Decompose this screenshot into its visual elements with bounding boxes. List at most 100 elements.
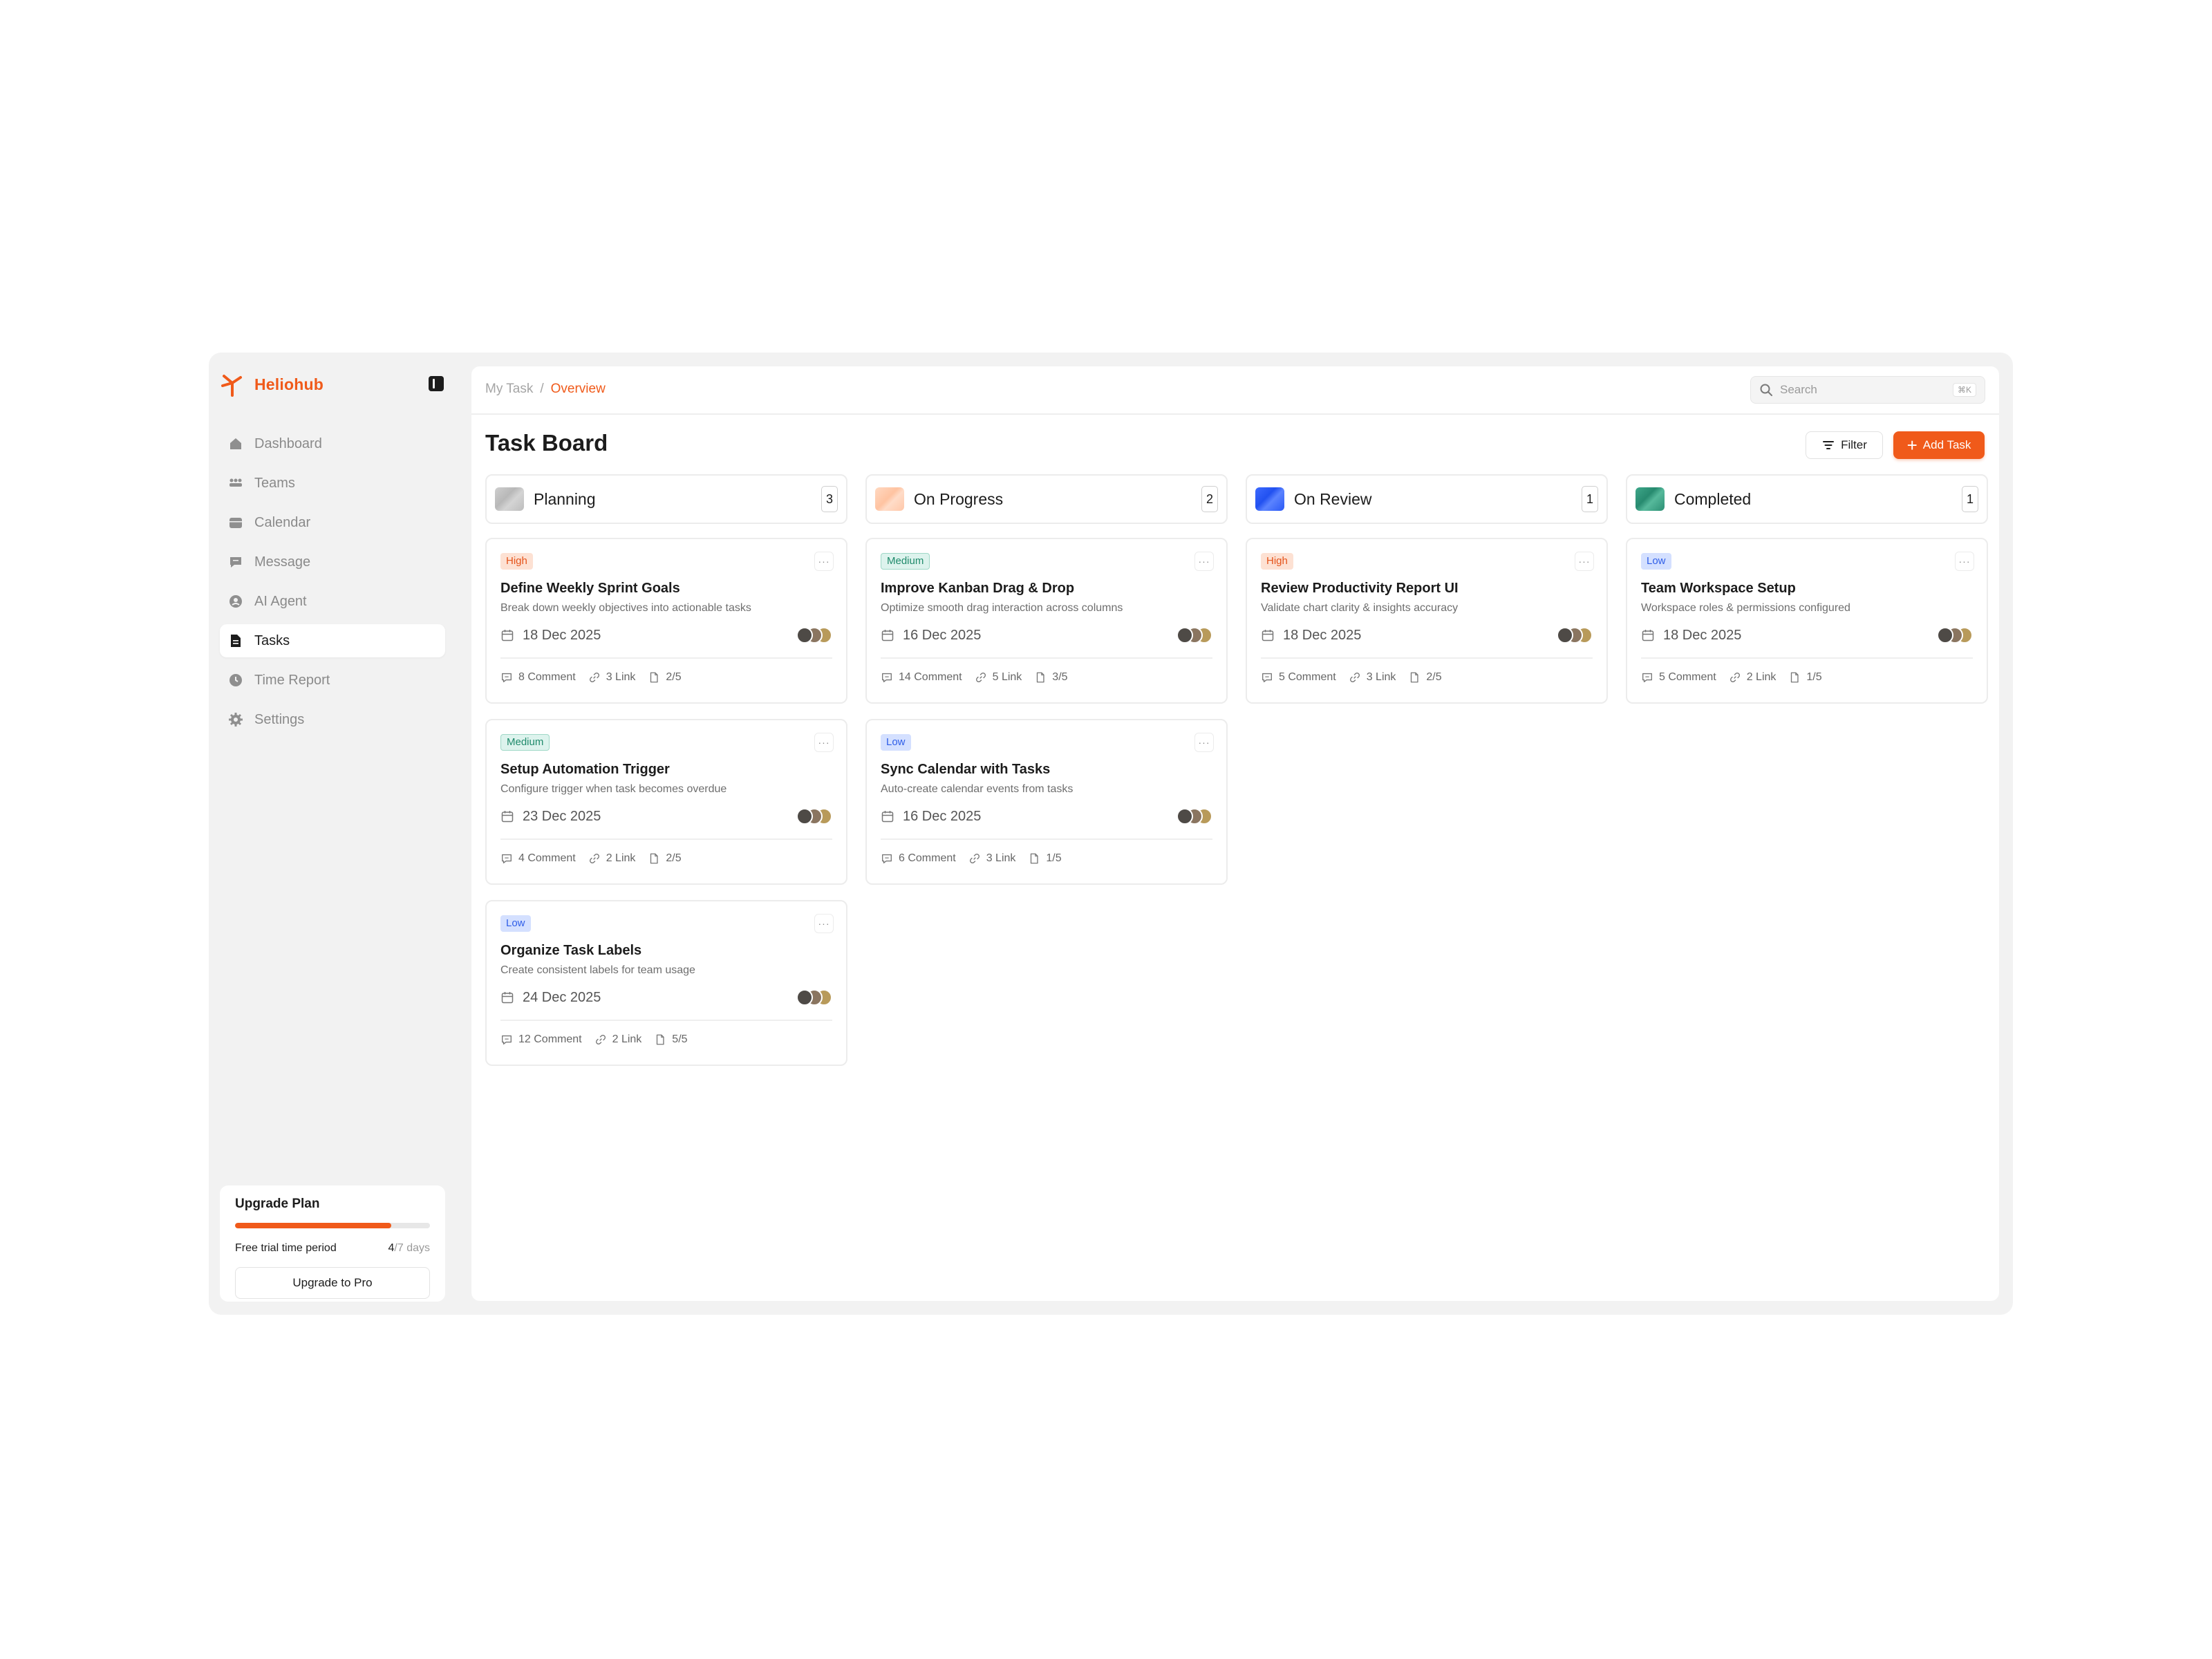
task-card[interactable]: Medium ··· Improve Kanban Drag & Drop Optim… bbox=[865, 538, 1228, 704]
attachment-count[interactable]: 3/5 bbox=[1034, 671, 1068, 684]
link-count[interactable]: 2 Link bbox=[1729, 671, 1777, 684]
attachment-count-text: 3/5 bbox=[1052, 671, 1068, 683]
sidebar-item-message[interactable]: Message bbox=[220, 545, 445, 579]
trial-progress-bar bbox=[235, 1223, 430, 1228]
brand-name: Heliohub bbox=[254, 375, 324, 393]
link-count[interactable]: 3 Link bbox=[588, 671, 635, 684]
more-options-icon[interactable]: ··· bbox=[1194, 552, 1214, 571]
link-count[interactable]: 3 Link bbox=[1349, 671, 1396, 684]
task-description: Configure trigger when task becomes over… bbox=[500, 783, 727, 795]
more-options-icon[interactable]: ··· bbox=[814, 914, 834, 933]
task-card[interactable]: Low ··· Team Workspace Setup Workspace role… bbox=[1626, 538, 1988, 704]
attachment-count[interactable]: 2/5 bbox=[648, 671, 682, 684]
gear-icon bbox=[228, 712, 243, 727]
attachment-count-text: 1/5 bbox=[1806, 671, 1822, 683]
task-card[interactable]: High ··· Review Productivity Report UI Vali… bbox=[1246, 538, 1608, 704]
attachment-count[interactable]: 1/5 bbox=[1028, 852, 1062, 865]
file-icon bbox=[1037, 672, 1044, 683]
link-count[interactable]: 2 Link bbox=[588, 852, 635, 865]
comment-count[interactable]: 14 Comment bbox=[881, 671, 962, 684]
add-task-label: Add Task bbox=[1922, 438, 1971, 451]
brand[interactable]: Heliohub bbox=[218, 368, 324, 401]
task-stats: 5 Comment 2 Link 1/5 bbox=[1641, 671, 1973, 684]
link-count[interactable]: 2 Link bbox=[594, 1033, 641, 1046]
team-icon bbox=[228, 476, 243, 491]
attachment-count[interactable]: 5/5 bbox=[654, 1033, 688, 1046]
sidebar-item-label: Teams bbox=[254, 475, 295, 491]
assignee-avatars[interactable] bbox=[1177, 808, 1212, 825]
task-description: Break down weekly objectives into action… bbox=[500, 602, 751, 614]
avatar bbox=[796, 627, 813, 644]
column-color-swatch bbox=[875, 487, 904, 511]
task-description: Optimize smooth drag interaction across … bbox=[881, 602, 1123, 614]
task-stats: 12 Comment 2 Link 5/5 bbox=[500, 1033, 832, 1046]
calendar-icon bbox=[228, 515, 243, 530]
page-title: Task Board bbox=[485, 430, 608, 456]
calendar-icon bbox=[501, 992, 514, 1004]
attachment-count-text: 2/5 bbox=[1426, 671, 1442, 683]
priority-badge: High bbox=[1261, 553, 1293, 570]
search-input[interactable] bbox=[1780, 383, 1953, 397]
link-count[interactable]: 5 Link bbox=[975, 671, 1022, 684]
task-meta: 16 Dec 2025 bbox=[881, 808, 1212, 825]
task-card[interactable]: High ··· Define Weekly Sprint Goals Break d… bbox=[485, 538, 847, 704]
file-icon bbox=[1791, 672, 1799, 683]
attachment-count[interactable]: 2/5 bbox=[1408, 671, 1442, 684]
comment-count[interactable]: 5 Comment bbox=[1261, 671, 1336, 684]
more-options-icon[interactable]: ··· bbox=[1575, 552, 1594, 571]
more-options-icon[interactable]: ··· bbox=[814, 552, 834, 571]
due-date-text: 18 Dec 2025 bbox=[1283, 627, 1362, 643]
attachment-count[interactable]: 2/5 bbox=[648, 852, 682, 865]
avatar bbox=[1177, 808, 1193, 825]
upgrade-to-pro-button[interactable]: Upgrade to Pro bbox=[235, 1267, 430, 1299]
trial-label: Free trial time period bbox=[235, 1242, 337, 1254]
comment-count[interactable]: 12 Comment bbox=[500, 1033, 582, 1046]
add-task-button[interactable]: + Add Task bbox=[1893, 431, 1985, 459]
task-card[interactable]: Low ··· Organize Task Labels Create consist… bbox=[485, 900, 847, 1066]
kanban-column-on-progress: On Progress 2 Medium ··· Improve Kanban Drag… bbox=[865, 474, 1228, 885]
sidebar-item-time-report[interactable]: Time Report bbox=[220, 664, 445, 697]
filter-button[interactable]: Filter bbox=[1806, 431, 1883, 459]
link-count-text: 2 Link bbox=[1746, 671, 1777, 683]
task-card[interactable]: Low ··· Sync Calendar with Tasks Auto-creat… bbox=[865, 719, 1228, 885]
comment-icon bbox=[1642, 673, 1652, 682]
more-options-icon[interactable]: ··· bbox=[814, 733, 834, 752]
priority-badge: Low bbox=[881, 734, 911, 751]
sidebar-item-settings[interactable]: Settings bbox=[220, 703, 445, 736]
comment-count[interactable]: 8 Comment bbox=[500, 671, 576, 684]
link-count[interactable]: 3 Link bbox=[968, 852, 1016, 865]
comment-count[interactable]: 6 Comment bbox=[881, 852, 956, 865]
filter-label: Filter bbox=[1841, 438, 1867, 451]
assignee-avatars[interactable] bbox=[796, 627, 832, 644]
assignee-avatars[interactable] bbox=[796, 989, 832, 1006]
breadcrumb-parent[interactable]: My Task bbox=[485, 382, 533, 396]
more-options-icon[interactable]: ··· bbox=[1194, 733, 1214, 752]
more-options-icon[interactable]: ··· bbox=[1955, 552, 1974, 571]
link-icon bbox=[975, 673, 986, 682]
sidebar-item-label: Calendar bbox=[254, 514, 311, 530]
comment-count[interactable]: 5 Comment bbox=[1641, 671, 1716, 684]
sidebar-item-ai-agent[interactable]: AI Agent bbox=[220, 585, 445, 618]
sidebar-item-tasks[interactable]: Tasks bbox=[220, 624, 445, 657]
days-total: /7 days bbox=[394, 1242, 430, 1254]
sidebar-collapse-icon[interactable] bbox=[429, 376, 444, 391]
card-divider bbox=[1261, 657, 1593, 659]
assignee-avatars[interactable] bbox=[1557, 627, 1593, 644]
sidebar-item-teams[interactable]: Teams bbox=[220, 467, 445, 500]
assignee-avatars[interactable] bbox=[796, 808, 832, 825]
card-divider bbox=[881, 657, 1212, 659]
comment-count[interactable]: 4 Comment bbox=[500, 852, 576, 865]
task-card[interactable]: Medium ··· Setup Automation Trigger Configu… bbox=[485, 719, 847, 885]
assignee-avatars[interactable] bbox=[1177, 627, 1212, 644]
sidebar-item-calendar[interactable]: Calendar bbox=[220, 506, 445, 539]
sidebar-item-dashboard[interactable]: Dashboard bbox=[220, 427, 445, 460]
sidebar-item-label: AI Agent bbox=[254, 593, 307, 609]
assignee-avatars[interactable] bbox=[1937, 627, 1973, 644]
avatar bbox=[1937, 627, 1953, 644]
breadcrumb-separator: / bbox=[540, 382, 544, 396]
attachment-count[interactable]: 1/5 bbox=[1788, 671, 1822, 684]
column-header: Planning 3 bbox=[485, 474, 847, 524]
clock-icon bbox=[228, 673, 243, 688]
search-box[interactable]: ⌘K bbox=[1750, 376, 1985, 404]
link-count-text: 3 Link bbox=[986, 852, 1016, 864]
